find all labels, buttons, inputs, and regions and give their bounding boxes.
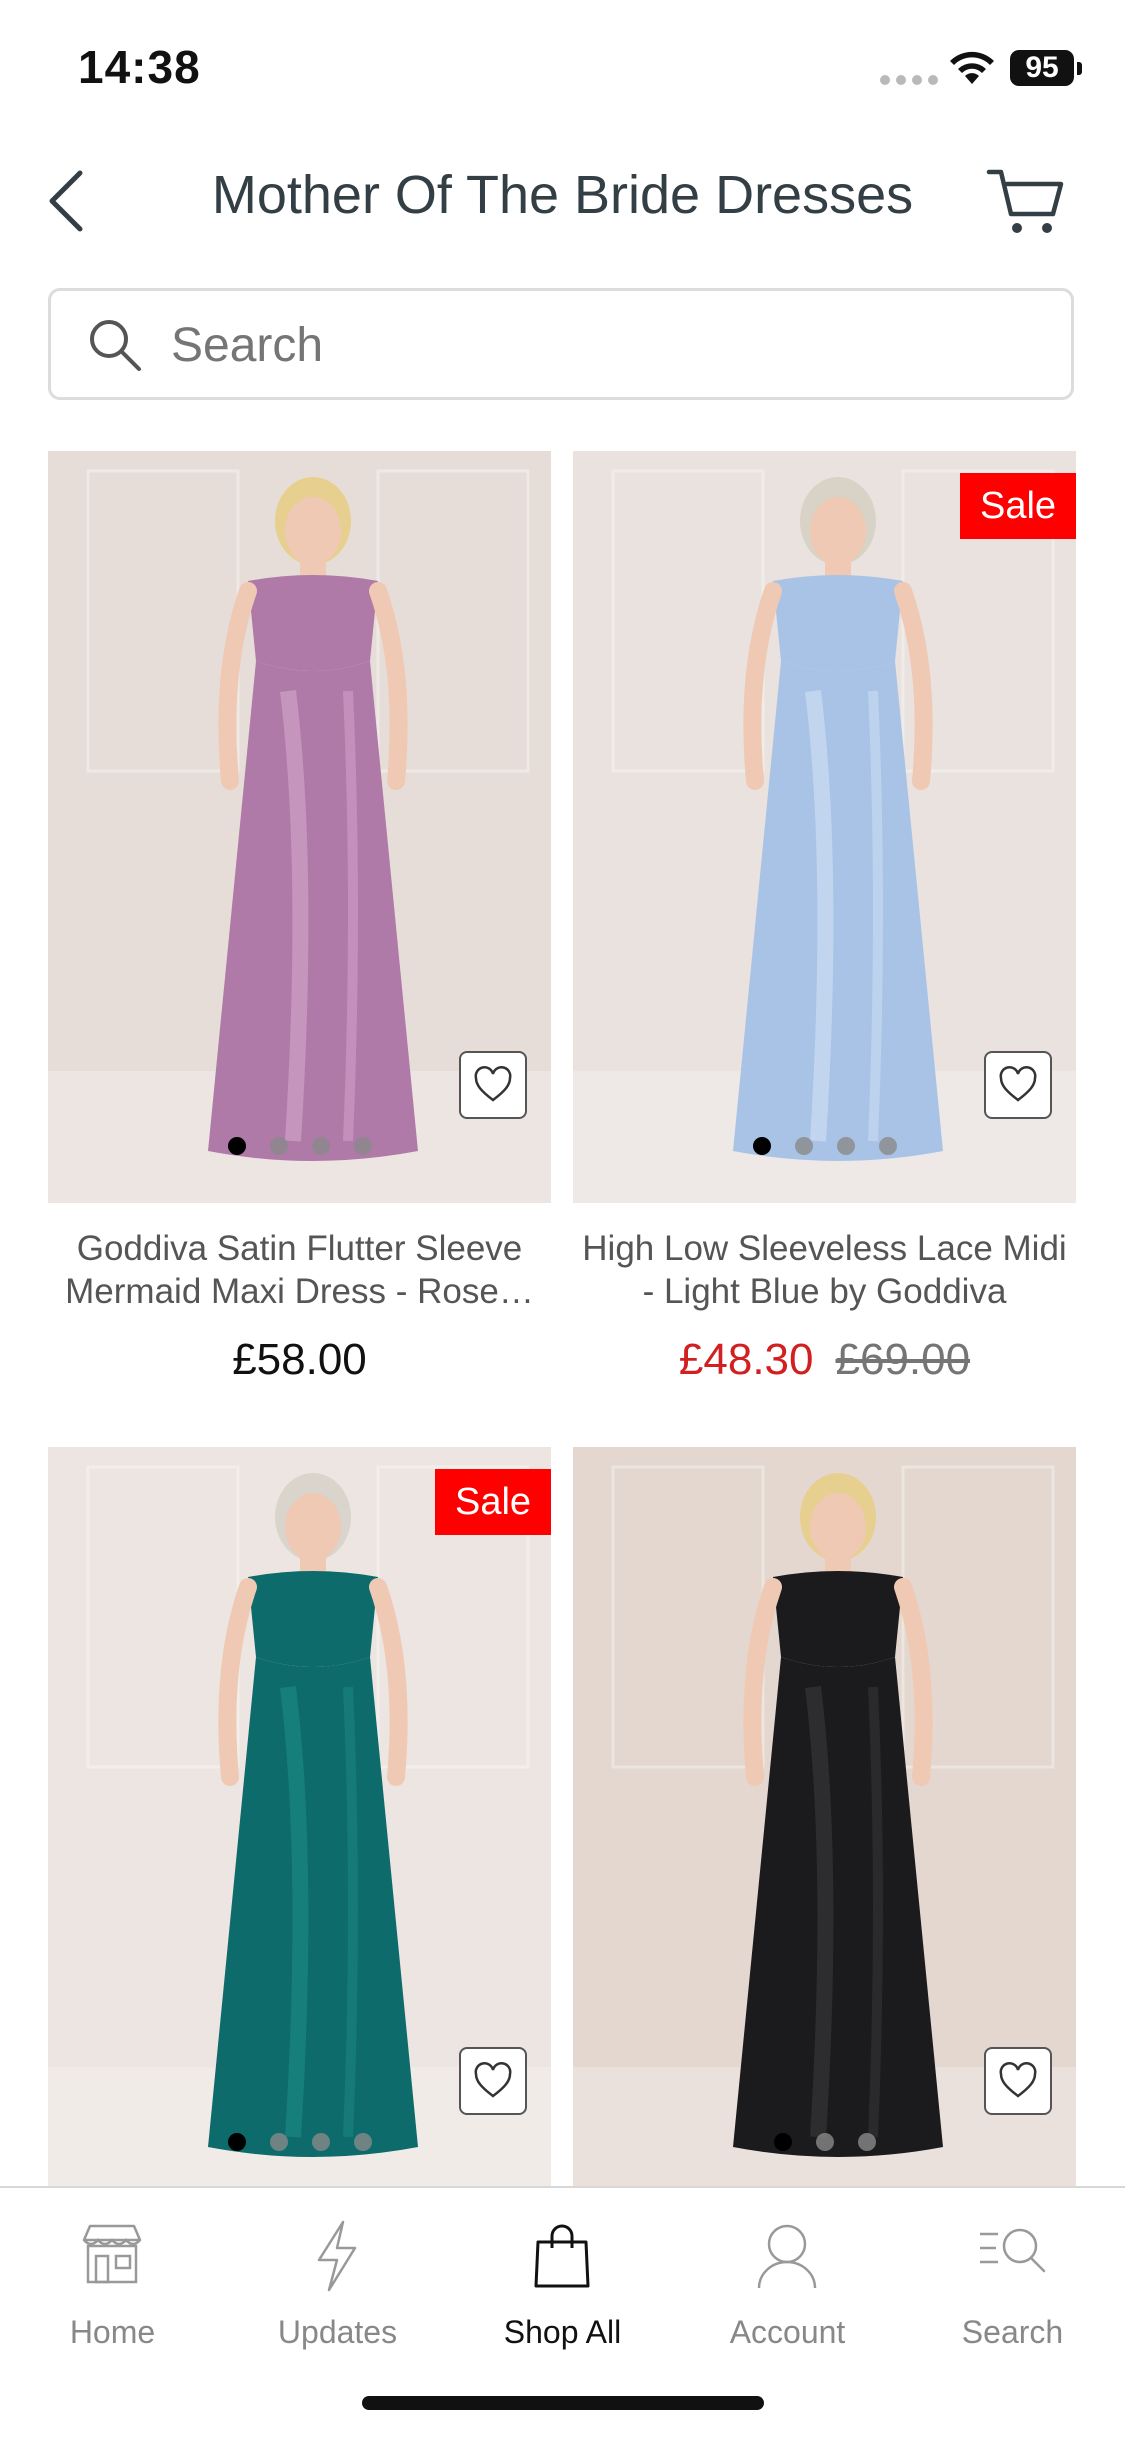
carousel-dot[interactable]	[311, 1137, 330, 1155]
cellular-signal-icon	[880, 72, 944, 90]
carousel-dot[interactable]	[836, 1137, 855, 1155]
back-arrow-icon[interactable]	[42, 165, 92, 237]
tab-shop-all[interactable]: Shop All	[450, 2208, 675, 2358]
heart-icon	[999, 2062, 1037, 2098]
product-card[interactable]: Sale High Low Sleeveless Lace Midi - Lig…	[573, 451, 1076, 1385]
tab-updates[interactable]: Updates	[225, 2208, 450, 2358]
carousel-dot[interactable]	[269, 2133, 288, 2151]
search-input[interactable]	[171, 313, 1031, 377]
heart-icon	[474, 2062, 512, 2098]
tab-home[interactable]: Home	[0, 2208, 225, 2358]
home-indicator	[362, 2396, 764, 2410]
tab-account[interactable]: Account	[675, 2208, 900, 2358]
status-time: 14:38	[78, 41, 201, 93]
page-title: Mother Of The Bride Dresses	[211, 165, 914, 225]
product-image[interactable]: Sale	[573, 451, 1076, 1203]
product-price: £58.00	[232, 1335, 367, 1384]
search-box[interactable]	[48, 288, 1074, 400]
search-icon	[90, 320, 141, 371]
carousel-dot[interactable]	[815, 2133, 834, 2151]
image-carousel-dots[interactable]	[48, 2133, 551, 2156]
product-image[interactable]	[48, 451, 551, 1203]
original-price: £69.00	[835, 1335, 971, 1384]
heart-icon	[999, 1066, 1037, 1102]
lightning-icon	[317, 2220, 357, 2292]
product-name[interactable]: High Low Sleeveless Lace Midi - Light Bl…	[573, 1227, 1076, 1313]
product-card[interactable]: Sale	[48, 1447, 551, 2199]
image-carousel-dots[interactable]	[573, 1137, 1076, 1160]
carousel-dot[interactable]	[773, 2133, 792, 2151]
wishlist-heart-button[interactable]	[459, 1051, 527, 1119]
carousel-dot[interactable]	[227, 2133, 246, 2151]
search-list-icon	[980, 2228, 1046, 2273]
tab-label: Shop All	[503, 2314, 622, 2350]
carousel-dot[interactable]	[752, 1137, 771, 1155]
tab-search[interactable]: Search	[900, 2208, 1125, 2358]
carousel-dot[interactable]	[353, 1137, 372, 1155]
carousel-dot[interactable]	[857, 2133, 876, 2151]
heart-icon	[474, 1066, 512, 1102]
sale-badge: Sale	[960, 473, 1076, 539]
sale-badge: Sale	[435, 1469, 551, 1535]
tab-label: Search	[961, 2314, 1064, 2350]
product-image[interactable]: Sale	[48, 1447, 551, 2199]
shopping-bag-icon	[534, 2224, 590, 2288]
carousel-dot[interactable]	[311, 2133, 330, 2151]
tab-label: Home	[69, 2314, 156, 2350]
sale-price: £48.30	[678, 1335, 814, 1384]
wishlist-heart-button[interactable]	[984, 1051, 1052, 1119]
cart-icon[interactable]	[985, 162, 1065, 242]
wishlist-heart-button[interactable]	[459, 2047, 527, 2115]
wifi-icon	[950, 51, 994, 84]
product-card[interactable]: Goddiva Satin Flutter Sleeve Mermaid Max…	[48, 451, 551, 1385]
carousel-dot[interactable]	[269, 1137, 288, 1155]
carousel-dot[interactable]	[794, 1137, 813, 1155]
battery-icon: 95	[1010, 50, 1082, 86]
product-card[interactable]	[573, 1447, 1076, 2199]
tab-label: Account	[729, 2314, 846, 2350]
image-carousel-dots[interactable]	[48, 1137, 551, 1160]
image-carousel-dots[interactable]	[573, 2133, 1076, 2156]
carousel-dot[interactable]	[227, 1137, 246, 1155]
carousel-dot[interactable]	[878, 1137, 897, 1155]
product-image[interactable]	[573, 1447, 1076, 2199]
tab-label: Updates	[277, 2314, 398, 2350]
product-name[interactable]: Goddiva Satin Flutter Sleeve Mermaid Max…	[48, 1227, 551, 1313]
status-bar: 14:38 95	[0, 0, 1125, 140]
header: Mother Of The Bride Dresses	[0, 150, 1125, 250]
product-price-row: £58.00	[48, 1335, 551, 1385]
user-icon	[757, 2224, 817, 2289]
store-icon	[82, 2224, 142, 2284]
carousel-dot[interactable]	[353, 2133, 372, 2151]
wishlist-heart-button[interactable]	[984, 2047, 1052, 2115]
product-price-row: £48.30 £69.00	[573, 1335, 1076, 1385]
